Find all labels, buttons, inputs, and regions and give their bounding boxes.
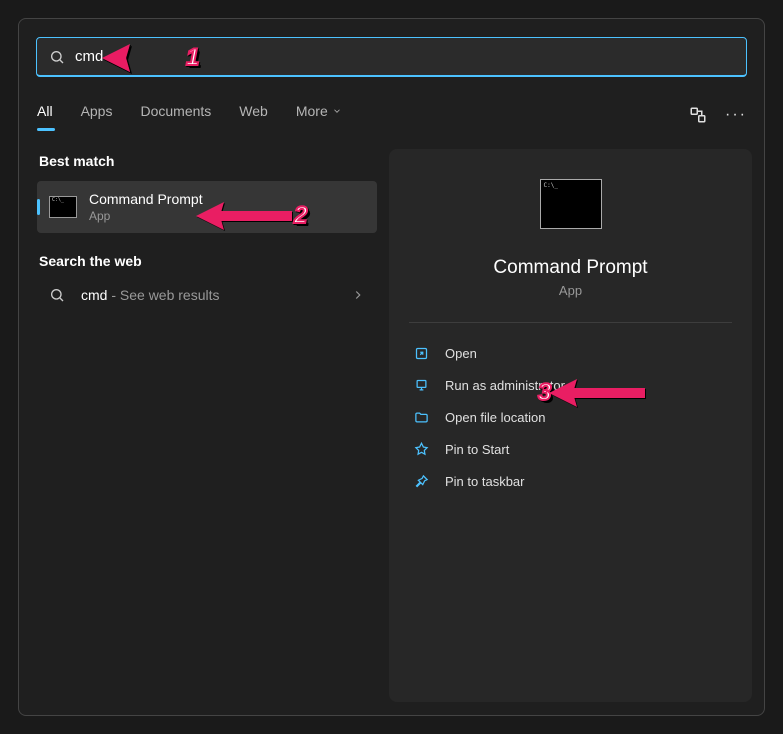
preview-subtitle: App [409, 283, 732, 298]
action-list: Open Run as administrator [409, 337, 732, 497]
search-input[interactable] [75, 48, 734, 65]
command-prompt-icon: C:\_ [49, 196, 77, 218]
tab-documents[interactable]: Documents [140, 103, 211, 127]
open-icon [413, 345, 429, 361]
action-file-location-label: Open file location [445, 410, 545, 425]
action-pin-start-label: Pin to Start [445, 442, 509, 457]
web-result-text: cmd - See web results [81, 287, 220, 303]
results-column: Best match C:\_ Command Prompt App Searc… [37, 149, 377, 702]
search-icon [49, 287, 65, 303]
best-match-label: Best match [37, 153, 377, 169]
start-search-window: All Apps Documents Web More ··· [18, 18, 765, 716]
web-result-cmd[interactable]: cmd - See web results [37, 277, 377, 313]
tab-web[interactable]: Web [239, 103, 268, 127]
chevron-down-icon [332, 106, 342, 116]
result-title: Command Prompt [89, 191, 203, 207]
tab-more[interactable]: More [296, 103, 342, 127]
more-options-icon[interactable]: ··· [726, 105, 746, 125]
tab-all[interactable]: All [37, 103, 53, 127]
preview-app-icon: C:\_ [540, 179, 602, 229]
preview-title: Command Prompt [409, 257, 732, 279]
tab-more-label: More [296, 103, 328, 119]
search-icon [49, 49, 65, 65]
preview-panel: C:\_ Command Prompt App Open [389, 149, 752, 702]
pin-icon [413, 441, 429, 457]
tabs-row: All Apps Documents Web More ··· [19, 97, 764, 133]
search-web-label: Search the web [37, 253, 377, 269]
action-file-location[interactable]: Open file location [409, 401, 732, 433]
action-open[interactable]: Open [409, 337, 732, 369]
folder-icon [413, 409, 429, 425]
shield-icon [413, 377, 429, 393]
result-subtitle: App [89, 209, 203, 223]
action-pin-taskbar-label: Pin to taskbar [445, 474, 525, 489]
connector-icon[interactable] [688, 105, 708, 125]
action-run-admin[interactable]: Run as administrator [409, 369, 732, 401]
tab-apps[interactable]: Apps [81, 103, 113, 127]
action-pin-taskbar[interactable]: Pin to taskbar [409, 465, 732, 497]
action-pin-start[interactable]: Pin to Start [409, 433, 732, 465]
action-open-label: Open [445, 346, 477, 361]
chevron-right-icon [351, 288, 365, 302]
divider [409, 322, 732, 323]
action-run-admin-label: Run as administrator [445, 378, 565, 393]
pin-icon [413, 473, 429, 489]
result-command-prompt[interactable]: C:\_ Command Prompt App [37, 181, 377, 233]
search-bar[interactable] [36, 37, 747, 77]
